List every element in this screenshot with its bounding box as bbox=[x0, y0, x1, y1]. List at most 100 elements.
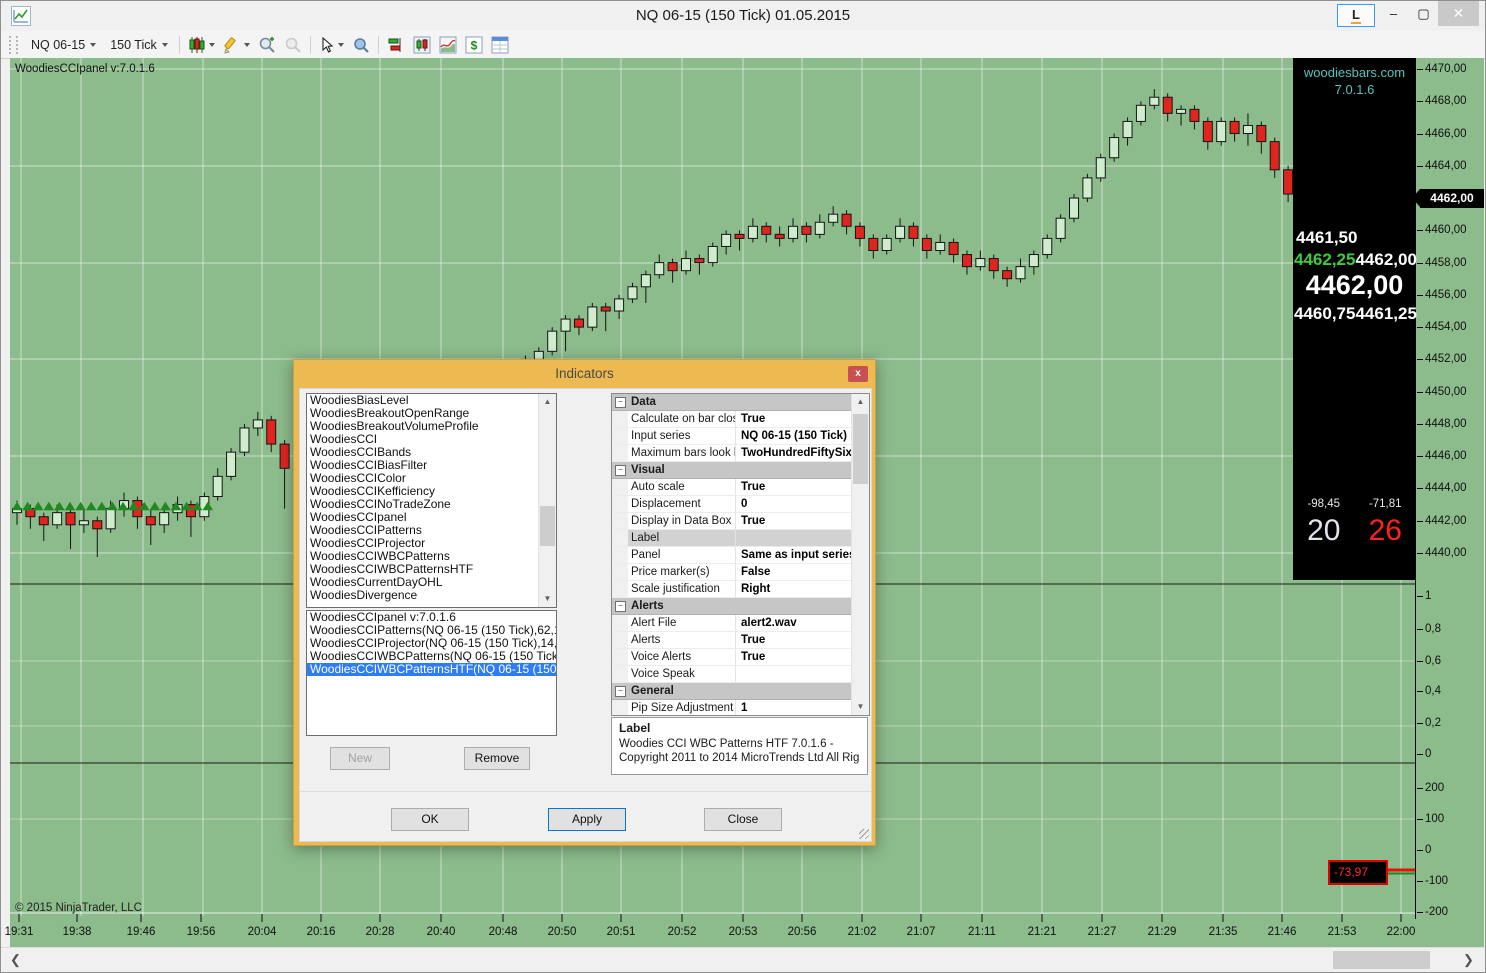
remove-button[interactable]: Remove bbox=[464, 747, 530, 770]
property-row[interactable]: Label bbox=[612, 530, 851, 547]
price-axis-label: 4470,00 bbox=[1417, 63, 1467, 75]
panel3-axis-label: 0 bbox=[1417, 844, 1431, 856]
property-row[interactable]: PanelSame as input series bbox=[612, 547, 851, 564]
property-value[interactable]: True bbox=[736, 649, 851, 665]
property-value[interactable]: True bbox=[736, 632, 851, 648]
property-row-margin bbox=[612, 564, 628, 580]
property-value[interactable]: 1 bbox=[736, 700, 851, 716]
property-group-header[interactable]: −Visual bbox=[612, 462, 851, 479]
property-row[interactable]: Alert Filealert2.wav bbox=[612, 615, 851, 632]
property-row[interactable]: Voice Speak bbox=[612, 666, 851, 683]
property-value[interactable]: NQ 06-15 (150 Tick) bbox=[736, 428, 851, 444]
property-value[interactable]: 0 bbox=[736, 496, 851, 512]
scroll-right-icon[interactable]: ❯ bbox=[1463, 952, 1474, 968]
scroll-left-icon[interactable]: ❮ bbox=[10, 952, 21, 968]
available-indicators-list[interactable]: WoodiesBiasLevelWoodiesBreakoutOpenRange… bbox=[306, 393, 557, 608]
apply-button[interactable]: Apply bbox=[548, 808, 626, 831]
instrument-dropdown[interactable]: NQ 06-15 bbox=[24, 35, 103, 55]
minimize-button[interactable]: – bbox=[1380, 4, 1407, 25]
property-row[interactable]: AlertsTrue bbox=[612, 632, 851, 649]
property-value[interactable]: Same as input series bbox=[736, 547, 851, 563]
indicator-panel-button[interactable] bbox=[383, 33, 409, 57]
quote-row4: 4460,75 4461,25 bbox=[1293, 304, 1416, 324]
chevron-down-icon bbox=[162, 43, 168, 47]
property-row[interactable]: Calculate on bar closTrue bbox=[612, 411, 851, 428]
maximize-button[interactable]: ▢ bbox=[1410, 4, 1437, 25]
property-row[interactable]: Displacement0 bbox=[612, 496, 851, 513]
zoom-out-button[interactable] bbox=[280, 33, 306, 57]
horizontal-scrollbar[interactable]: ❮ ❯ bbox=[1, 947, 1485, 973]
time-axis-label: 20:51 bbox=[607, 926, 636, 938]
property-value[interactable] bbox=[736, 666, 851, 682]
property-row-margin bbox=[612, 581, 628, 597]
property-row[interactable]: Price marker(s)False bbox=[612, 564, 851, 581]
zoom-in-button[interactable] bbox=[254, 33, 280, 57]
close-button[interactable]: Close bbox=[704, 808, 782, 831]
collapse-icon[interactable]: − bbox=[615, 686, 626, 697]
zoom-in-icon bbox=[258, 36, 276, 54]
account-button[interactable]: $ bbox=[461, 33, 487, 57]
new-button[interactable]: New bbox=[330, 747, 390, 770]
scroll-down-icon[interactable]: ▼ bbox=[539, 591, 556, 607]
property-value[interactable] bbox=[736, 530, 851, 546]
indicator-list-item[interactable]: WoodiesDivergence bbox=[307, 589, 556, 602]
property-row[interactable]: Voice AlertsTrue bbox=[612, 649, 851, 666]
property-group-header[interactable]: −Data bbox=[612, 394, 851, 411]
toolbar-grip[interactable] bbox=[9, 36, 18, 54]
collapse-icon[interactable]: − bbox=[615, 397, 626, 408]
property-row-margin bbox=[612, 496, 628, 512]
configured-indicators-list[interactable]: WoodiesCCIpanel v:7.0.1.6WoodiesCCIPatte… bbox=[306, 610, 557, 736]
property-value[interactable]: alert2.wav bbox=[736, 615, 851, 631]
dialog-close-button[interactable]: x bbox=[848, 366, 868, 382]
data-grid-button[interactable] bbox=[487, 33, 513, 57]
property-row[interactable]: Maximum bars look lTwoHundredFiftySix bbox=[612, 445, 851, 462]
scrollbar-thumb[interactable] bbox=[853, 414, 868, 484]
drawing-tools-button[interactable] bbox=[219, 33, 254, 57]
pencil-icon bbox=[223, 36, 241, 54]
cursor-tool-button[interactable] bbox=[315, 34, 348, 56]
scroll-up-icon[interactable]: ▲ bbox=[852, 394, 869, 410]
configured-indicator-item[interactable]: WoodiesCCIWBCPatternsHTF(NQ 06-15 (150 T… bbox=[307, 663, 556, 676]
property-row[interactable]: Scale justificationRight bbox=[612, 581, 851, 598]
dollar-icon: $ bbox=[465, 36, 483, 54]
mini-chart-button[interactable] bbox=[435, 33, 461, 57]
property-row[interactable]: Pip Size Adjustment1 bbox=[612, 700, 851, 716]
indicator-property-grid[interactable]: −DataCalculate on bar closTrueInput seri… bbox=[611, 393, 870, 716]
property-value[interactable]: True bbox=[736, 479, 851, 495]
property-value[interactable]: True bbox=[736, 513, 851, 529]
chart-trader-button[interactable] bbox=[409, 33, 435, 57]
scrollbar-thumb[interactable] bbox=[1333, 951, 1430, 969]
scroll-down-icon[interactable]: ▼ bbox=[852, 699, 869, 715]
indicator-list-scrollbar[interactable]: ▲ ▼ bbox=[538, 394, 556, 607]
property-label: Price marker(s) bbox=[628, 564, 736, 580]
time-axis-label: 22:00 bbox=[1387, 926, 1416, 938]
chart-style-button[interactable] bbox=[184, 33, 219, 57]
link-button[interactable]: L bbox=[1337, 4, 1375, 27]
bid-price: 4462,25 bbox=[1293, 250, 1355, 270]
scrollbar-thumb[interactable] bbox=[540, 506, 555, 546]
indicators-dialog: Indicators x WoodiesBiasLevelWoodiesBrea… bbox=[293, 359, 876, 846]
close-window-button[interactable]: ✕ bbox=[1438, 1, 1479, 26]
property-grid-scrollbar[interactable]: ▲ ▼ bbox=[851, 394, 869, 715]
cursor-icon bbox=[319, 37, 335, 53]
resize-grip[interactable] bbox=[859, 829, 869, 839]
ok-button[interactable]: OK bbox=[391, 808, 469, 831]
collapse-icon[interactable]: − bbox=[615, 601, 626, 612]
crosshair-button[interactable] bbox=[348, 33, 374, 57]
price-axis-label: 4446,00 bbox=[1417, 450, 1467, 462]
property-group-header[interactable]: −General bbox=[612, 683, 851, 700]
cci1-big: 20 bbox=[1307, 514, 1340, 548]
property-group-header[interactable]: −Alerts bbox=[612, 598, 851, 615]
property-value[interactable]: Right bbox=[736, 581, 851, 597]
property-value[interactable]: True bbox=[736, 411, 851, 427]
property-value[interactable]: TwoHundredFiftySix bbox=[736, 445, 851, 461]
property-row[interactable]: Auto scaleTrue bbox=[612, 479, 851, 496]
property-value[interactable]: False bbox=[736, 564, 851, 580]
collapse-icon[interactable]: − bbox=[615, 465, 626, 476]
scroll-up-icon[interactable]: ▲ bbox=[539, 394, 556, 410]
price-axis-label: 4450,00 bbox=[1417, 386, 1467, 398]
interval-dropdown[interactable]: 150 Tick bbox=[103, 35, 175, 55]
property-row[interactable]: Input seriesNQ 06-15 (150 Tick) bbox=[612, 428, 851, 445]
property-row[interactable]: Display in Data BoxTrue bbox=[612, 513, 851, 530]
indicator-value-marker: -73,97 bbox=[1328, 860, 1388, 885]
